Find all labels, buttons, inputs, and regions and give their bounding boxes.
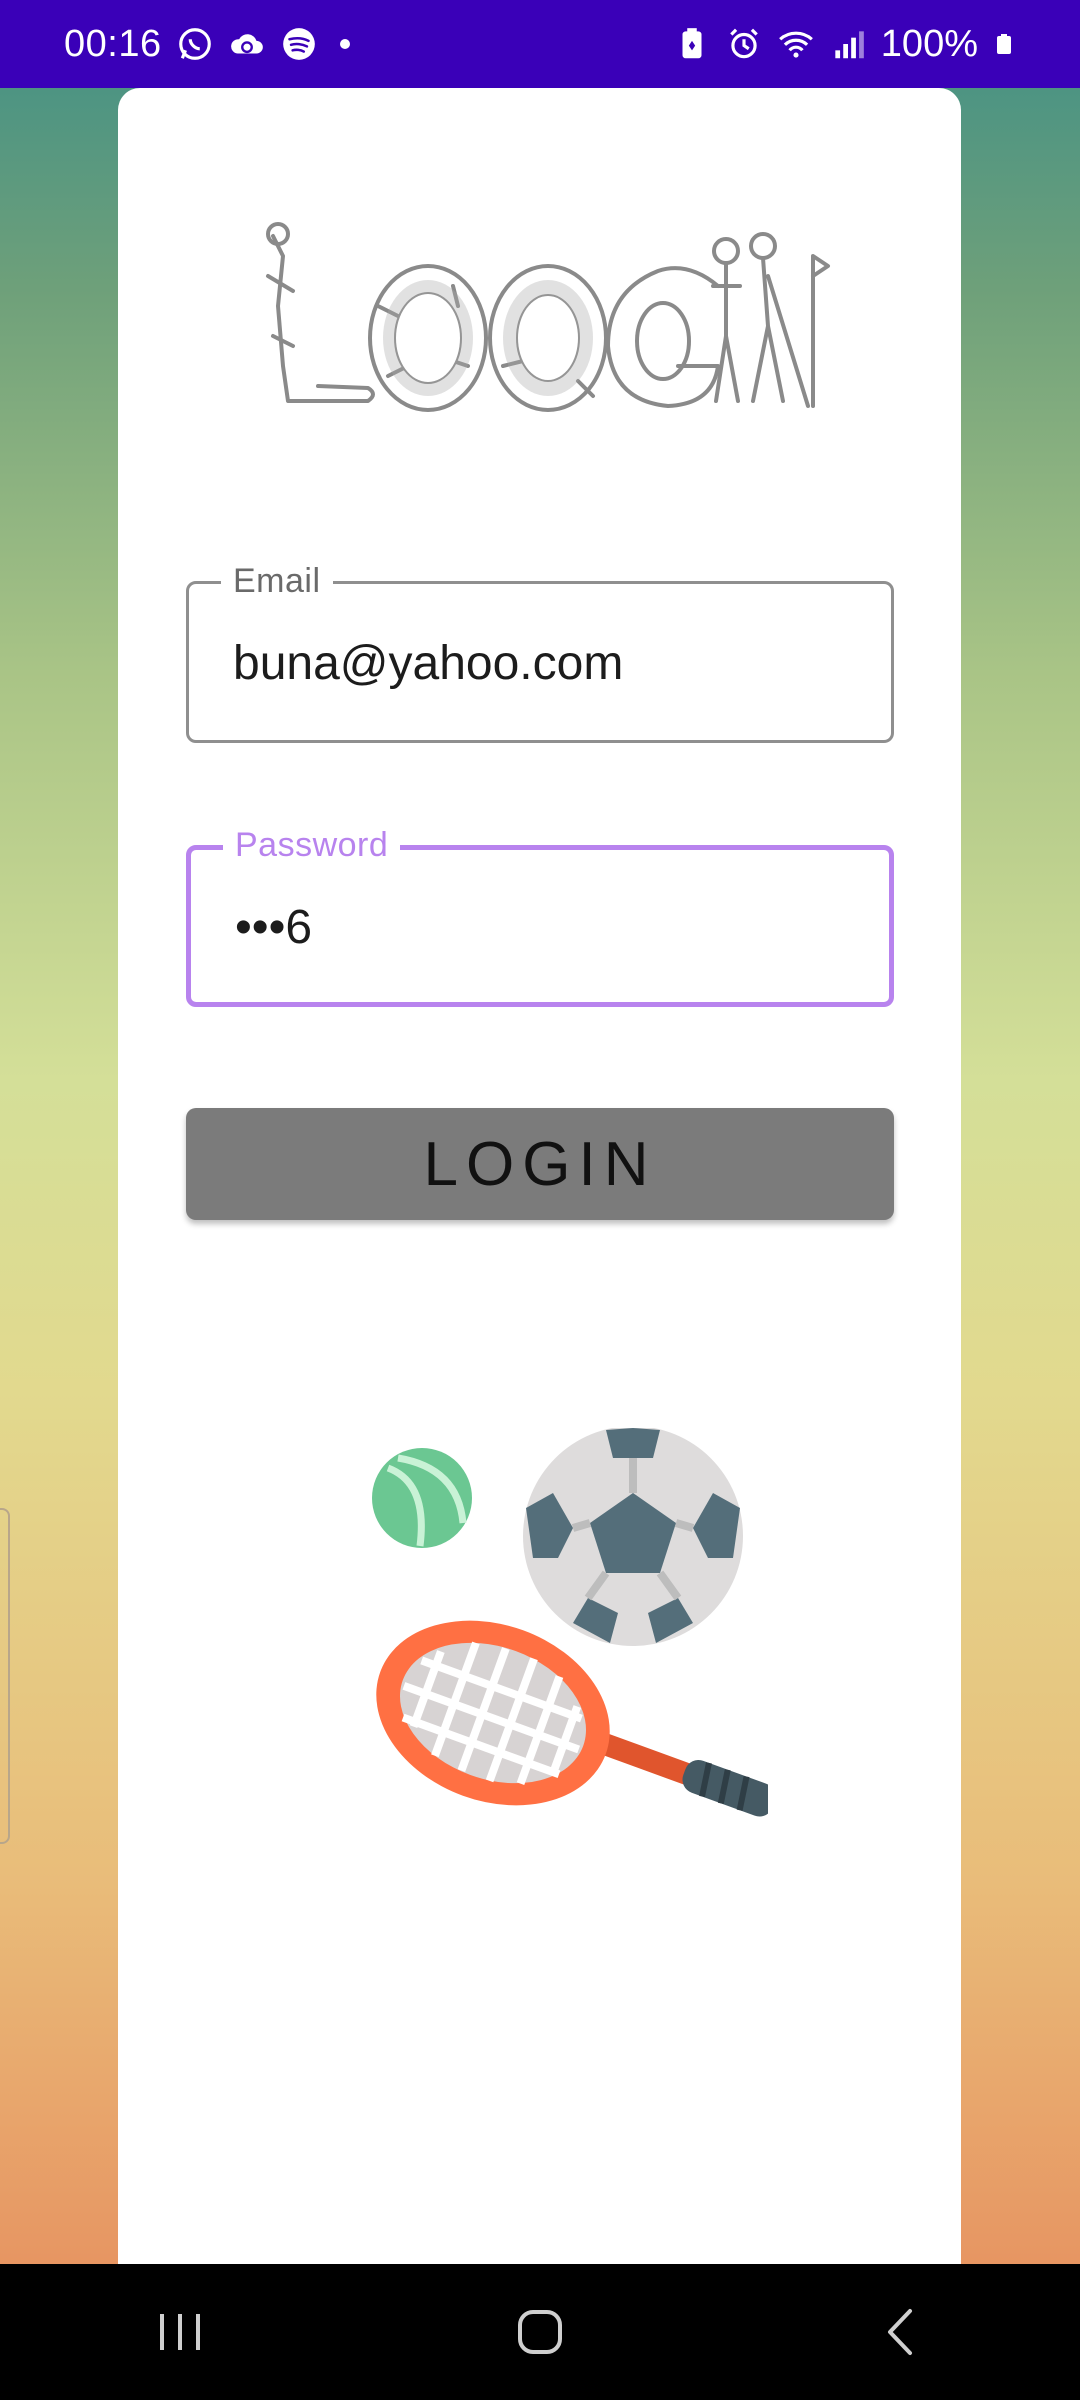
tennis-ball-icon bbox=[372, 1448, 472, 1548]
password-input[interactable] bbox=[235, 900, 855, 955]
navigation-bar bbox=[0, 2264, 1080, 2400]
battery-icon bbox=[997, 34, 1011, 54]
cloud-sync-icon bbox=[230, 34, 263, 54]
login-logo bbox=[266, 222, 830, 412]
spotify-icon bbox=[282, 28, 315, 60]
notification-dot bbox=[339, 39, 350, 49]
status-right: 100% bbox=[673, 23, 1016, 66]
recent-apps-button[interactable] bbox=[120, 2292, 240, 2372]
status-bar: 00:16 100% bbox=[0, 0, 1080, 88]
home-icon bbox=[518, 2310, 562, 2354]
whatsapp-icon bbox=[178, 28, 211, 60]
alarm-icon bbox=[730, 28, 758, 59]
password-label: Password bbox=[223, 826, 401, 865]
login-card: Email Password LOGIN bbox=[118, 88, 961, 2264]
email-input[interactable] bbox=[233, 636, 853, 691]
password-field[interactable]: Password bbox=[186, 826, 894, 1007]
status-left: 00:16 bbox=[64, 23, 350, 66]
battery-saver-icon bbox=[682, 28, 702, 59]
email-field[interactable]: Email bbox=[186, 562, 894, 743]
status-time: 00:16 bbox=[64, 22, 162, 65]
signal-icon bbox=[835, 31, 864, 59]
battery-percent: 100% bbox=[880, 22, 978, 65]
tennis-racket-icon bbox=[376, 1620, 768, 1817]
back-icon bbox=[888, 2309, 912, 2355]
sports-illustration bbox=[372, 1428, 768, 1817]
login-button[interactable]: LOGIN bbox=[186, 1108, 894, 1220]
email-label: Email bbox=[221, 562, 333, 601]
edge-panel-handle[interactable] bbox=[0, 1508, 10, 1844]
recent-apps-icon bbox=[160, 2314, 200, 2350]
back-button[interactable] bbox=[840, 2292, 960, 2372]
home-button[interactable] bbox=[480, 2292, 600, 2372]
wifi-icon bbox=[778, 31, 813, 58]
soccer-ball-icon bbox=[523, 1428, 743, 1646]
